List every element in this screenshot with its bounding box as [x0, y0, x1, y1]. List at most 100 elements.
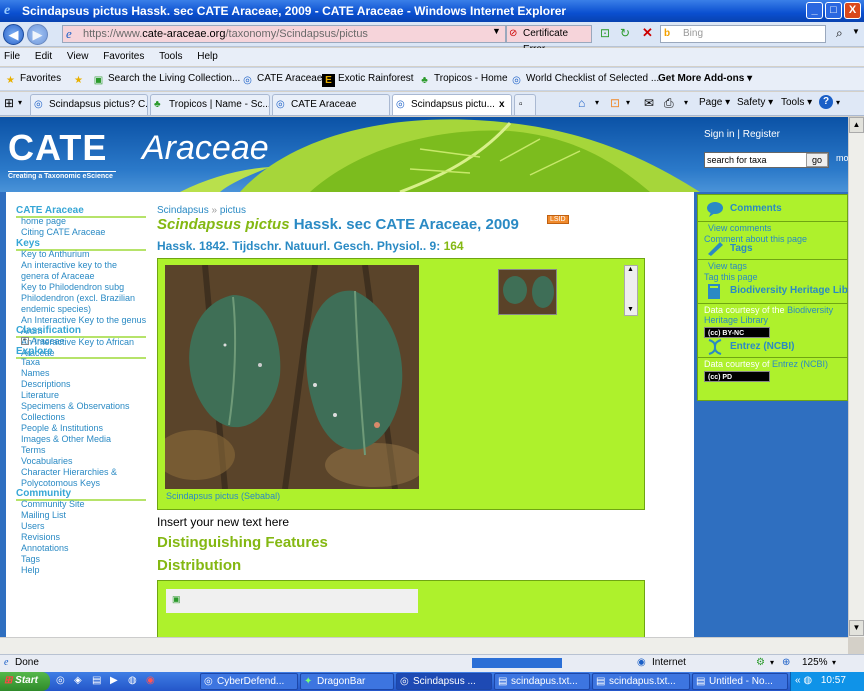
bhl-link-line2[interactable]: Heritage Library — [704, 315, 768, 325]
safety-menu[interactable]: Safety ▾ — [737, 92, 773, 114]
tab-tropicos[interactable]: ♣ Tropicos | Name - Sc... — [150, 94, 270, 115]
gallery-scrollbar[interactable]: ▲ ▼ — [624, 265, 638, 316]
minimize-button[interactable]: _ — [806, 2, 823, 19]
tab-list-icon[interactable]: ▾ — [18, 92, 22, 114]
tools-menu[interactable]: Tools ▾ — [781, 92, 812, 114]
tab-scindapsus-pictus[interactable]: ◎ Scindapsus pictus? C... — [30, 94, 148, 115]
more-link[interactable]: mo — [836, 153, 848, 163]
sidebar-item[interactable]: Character Hierarchies & Polycotomous Key… — [21, 467, 147, 489]
search-icon[interactable]: ⌕ — [836, 26, 843, 41]
quicklaunch-media-icon[interactable]: ▶ — [110, 672, 118, 690]
task-scindapsus[interactable]: ◎ Scindapsus ... — [396, 673, 492, 690]
sidebar-item[interactable]: Tags — [21, 554, 147, 565]
view-tags-link[interactable]: View tags — [708, 261, 747, 271]
tab-cate-araceae[interactable]: ◎ CATE Araceae — [272, 94, 390, 115]
feeds-dropdown-icon[interactable]: ▾ — [626, 92, 630, 114]
fav-item-world-checklist[interactable]: ◎ World Checklist of Selected ... — [510, 68, 659, 90]
sidebar-item[interactable]: home page — [21, 216, 147, 227]
main-photo[interactable] — [165, 265, 419, 489]
quicklaunch-desktop-icon[interactable]: ▤ — [92, 672, 101, 690]
forward-icon[interactable]: ▶ — [27, 24, 48, 45]
home-icon[interactable]: ⌂ — [578, 92, 585, 114]
sidebar-item[interactable]: Descriptions — [21, 379, 147, 390]
print-dropdown-icon[interactable]: ▾ — [684, 92, 688, 114]
lsid-badge[interactable]: LSID — [547, 215, 569, 224]
tray-expand-icon[interactable]: « — [795, 675, 801, 686]
tray-icon[interactable]: ◍ — [803, 675, 812, 686]
view-comments-link[interactable]: View comments — [708, 223, 771, 233]
cc-by-nc-badge[interactable]: (cc) BY-NC — [704, 327, 770, 338]
add-favorite-icon[interactable]: ★ — [72, 68, 88, 90]
page-scrollbar[interactable]: ▲ ▼ — [848, 117, 864, 637]
tree-expand-icon[interactable]: + — [21, 337, 29, 345]
favorites-button[interactable]: ★ Favorites — [4, 68, 61, 90]
new-tab-button[interactable]: ▫ — [514, 94, 536, 115]
tag-page-link[interactable]: Tag this page — [704, 272, 758, 282]
horizontal-scrollbar[interactable] — [0, 637, 848, 654]
sidebar-item[interactable]: Key to Philodendron subg Philodendron (e… — [21, 282, 147, 315]
zoom-icon[interactable]: ⊕ — [782, 655, 790, 671]
page-menu[interactable]: Page ▾ — [699, 92, 730, 114]
task-untitled-notepad[interactable]: ▤ Untitled - No... — [692, 673, 788, 690]
sidebar-item[interactable]: Images & Other Media — [21, 434, 147, 445]
search-options-icon[interactable]: ▼ — [852, 27, 860, 36]
thumbnail-image[interactable] — [498, 269, 557, 315]
scroll-down-icon[interactable]: ▼ — [627, 306, 634, 313]
zoom-level[interactable]: 125% — [802, 655, 828, 671]
scroll-up-icon[interactable]: ▲ — [849, 117, 864, 133]
sidebar-item[interactable]: Collections — [21, 412, 147, 423]
sidebar-item[interactable]: Terms — [21, 445, 147, 456]
scroll-up-icon[interactable]: ▲ — [627, 266, 634, 273]
task-dragonbar[interactable]: ✦ DragonBar — [300, 673, 394, 690]
menu-file[interactable]: File — [4, 51, 20, 62]
fav-item-living-collection[interactable]: ▣ Search the Living Collection... — [92, 68, 241, 90]
sidebar-item[interactable]: Key to Anthurium — [21, 249, 147, 260]
breadcrumb-species[interactable]: pictus — [220, 205, 246, 216]
sidebar-item[interactable]: Specimens & Observations — [21, 401, 147, 412]
publication-page-link[interactable]: 164 — [444, 239, 464, 253]
signin-link[interactable]: Sign in — [704, 129, 735, 140]
sidebar-item[interactable]: Community Site — [21, 499, 147, 510]
help-dropdown-icon[interactable]: ▾ — [836, 92, 840, 114]
insert-text-placeholder[interactable]: Insert your new text here — [157, 515, 289, 529]
tab-close-icon[interactable]: x — [499, 95, 505, 114]
fav-item-cate[interactable]: ◎ CATE Araceae — [241, 68, 322, 90]
sidebar-item[interactable]: Help — [21, 565, 147, 576]
sidebar-item[interactable]: An interactive key to the genera of Arac… — [21, 260, 147, 282]
fav-item-exotic-rainforest[interactable]: E Exotic Rainforest — [322, 68, 414, 90]
get-addons-button[interactable]: Get More Add-ons ▾ — [658, 68, 752, 90]
protected-mode-icon[interactable]: ⚙ — [756, 655, 765, 671]
task-scindapus-txt-1[interactable]: ▤ scindapus.txt... — [494, 673, 590, 690]
go-button[interactable]: go — [806, 153, 828, 167]
task-scindapus-txt-2[interactable]: ▤ scindapus.txt... — [592, 673, 690, 690]
task-cyberdefend[interactable]: ◎ CyberDefend... — [200, 673, 298, 690]
sidebar-item[interactable]: Revisions — [21, 532, 147, 543]
feeds-icon[interactable]: ⊡ — [610, 92, 620, 114]
menu-view[interactable]: View — [67, 51, 89, 62]
scroll-down-icon[interactable]: ▼ — [849, 620, 864, 636]
tab-scindapsus-active[interactable]: ◎ Scindapsus pictu... x — [392, 94, 512, 115]
help-icon[interactable]: ? — [819, 95, 833, 109]
print-icon[interactable]: ⎙ — [664, 92, 674, 114]
refresh-icon[interactable]: ↻ — [620, 26, 630, 40]
sidebar-item[interactable]: Citing CATE Araceae — [21, 227, 147, 238]
start-button[interactable]: ⊞ Start — [0, 672, 50, 691]
clock[interactable]: 10:57 — [821, 675, 846, 686]
mail-icon[interactable]: ✉ — [644, 92, 654, 114]
back-icon[interactable]: ◀ — [3, 24, 24, 45]
menu-favorites[interactable]: Favorites — [103, 51, 144, 62]
quicklaunch-app-icon[interactable]: ◍ — [128, 672, 137, 690]
quicklaunch-app2-icon[interactable]: ◉ — [146, 672, 155, 690]
address-input[interactable]: e https://www.cate-araceae.org/taxonomy/… — [62, 25, 506, 43]
quick-tabs-icon[interactable]: ⊞ — [4, 92, 14, 114]
certificate-error-button[interactable]: ⊘ Certificate Error — [506, 25, 592, 55]
quicklaunch-ie-icon[interactable]: ◎ — [56, 672, 65, 690]
sidebar-item[interactable]: Annotations — [21, 543, 147, 554]
register-link[interactable]: Register — [743, 129, 780, 140]
sidebar-item[interactable]: Taxa — [21, 357, 147, 368]
menu-help[interactable]: Help — [197, 51, 218, 62]
quicklaunch-explorer-icon[interactable]: ◈ — [74, 672, 82, 690]
breadcrumb-genus[interactable]: Scindapsus — [157, 205, 209, 216]
sidebar-item[interactable]: Users — [21, 521, 147, 532]
menu-tools[interactable]: Tools — [159, 51, 182, 62]
